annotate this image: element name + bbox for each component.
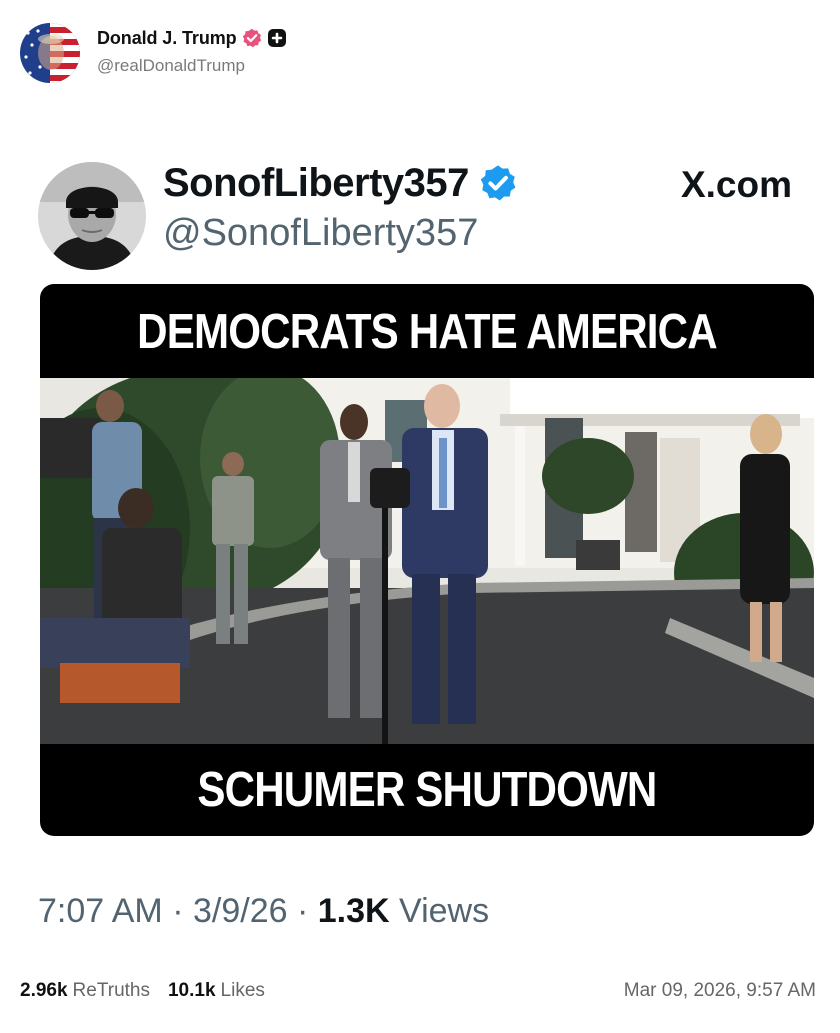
embed-author-name: SonofLiberty357	[163, 160, 469, 205]
embed-date: 3/9/26	[192, 892, 288, 930]
embed-meta-line: 7:07 AM · 3/9/26 · 1.3K Views	[38, 892, 489, 931]
post-timestamp[interactable]: Mar 09, 2026, 9:57 AM	[624, 980, 816, 1002]
author-name-row: Donald J. Trump	[97, 26, 287, 50]
likes-count: 10.1k	[167, 980, 216, 1001]
flag-portrait-avatar	[20, 23, 80, 83]
embedded-post-image[interactable]: SonofLiberty357 @SonofLiberty357 X.com D…	[38, 150, 814, 930]
meta-separator: ·	[296, 892, 309, 930]
plus-badge-icon	[267, 28, 287, 48]
retruths-count: 2.96k	[20, 980, 68, 1001]
meme-top-band: DEMOCRATS HATE AMERICA	[40, 284, 814, 380]
press-conference-photo	[40, 378, 814, 744]
likes-stat[interactable]: 10.1k Likes	[168, 980, 265, 1002]
author-name[interactable]: Donald J. Trump	[97, 28, 237, 49]
embed-author-handle: @SonofLiberty357	[163, 212, 479, 254]
post-footer: 2.96k ReTruths 10.1k Likes Mar 09, 2026, 9…	[20, 977, 816, 1005]
retruths-stat[interactable]: 2.96k ReTruths	[20, 980, 150, 1002]
meme-bottom-band: SCHUMER SHUTDOWN	[40, 744, 814, 836]
embed-avatar	[38, 162, 146, 270]
author-handle[interactable]: @realDonaldTrump	[97, 56, 287, 76]
verified-badge-icon	[242, 28, 262, 48]
author-avatar[interactable]	[20, 23, 80, 83]
meme-image: DEMOCRATS HATE AMERICA SCHUMER SHUTDOWN	[40, 284, 814, 836]
embed-name-row: SonofLiberty357	[163, 160, 517, 206]
site-label: X.com	[680, 164, 792, 205]
meme-top-caption: DEMOCRATS HATE AMERICA	[137, 305, 717, 359]
embed-time: 7:07 AM	[38, 892, 163, 930]
likes-label: Likes	[220, 980, 265, 1001]
embed-views-label: Views	[399, 892, 490, 930]
retruths-label: ReTruths	[72, 980, 150, 1001]
portrait-avatar-icon	[38, 162, 146, 270]
author-meta: Donald J. Trump @realDonaldTrump	[97, 26, 287, 76]
meme-bottom-caption: SCHUMER SHUTDOWN	[197, 763, 657, 817]
embed-views-count: 1.3K	[317, 892, 390, 930]
meta-separator: ·	[172, 892, 184, 930]
post-header: Donald J. Trump @realDonaldTrump	[20, 22, 287, 84]
verified-check-icon	[479, 164, 517, 202]
